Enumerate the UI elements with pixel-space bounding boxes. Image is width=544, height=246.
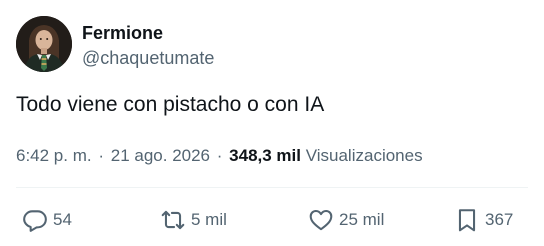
bookmark-button[interactable]: 367 [454, 205, 513, 235]
tweet-meta: 6:42 p. m. · 21 ago. 2026 · 348,3 mil Vi… [16, 145, 423, 167]
tweet-time[interactable]: 6:42 p. m. [16, 146, 92, 165]
retweet-button[interactable]: 5 mil [160, 205, 227, 235]
avatar-image [16, 16, 72, 72]
divider [16, 187, 528, 188]
like-button[interactable]: 25 mil [308, 205, 384, 235]
views-count: 348,3 mil [229, 146, 301, 165]
bookmark-count: 367 [485, 210, 514, 229]
author-display-name[interactable]: Fermione [82, 22, 214, 44]
retweet-arrows-icon [161, 210, 185, 230]
reply-button[interactable]: 54 [22, 205, 72, 235]
meta-separator: · [216, 146, 223, 165]
heart-icon [309, 209, 333, 231]
tweet-header: Fermione @chaquetumate [16, 16, 536, 72]
views-label: Visualizaciones [305, 146, 423, 165]
action-bar: 54 5 mil 25 mil 367 [0, 205, 544, 235]
bookmark-icon [458, 209, 476, 232]
meta-separator: · [98, 146, 105, 165]
tweet-date[interactable]: 21 ago. 2026 [111, 146, 210, 165]
avatar[interactable] [16, 16, 72, 72]
retweet-count: 5 mil [191, 210, 227, 229]
like-count: 25 mil [339, 210, 385, 229]
author-names: Fermione @chaquetumate [82, 22, 214, 69]
tweet-text: Todo viene con pistacho o con IA [16, 93, 325, 116]
reply-count: 54 [53, 210, 72, 229]
author-handle[interactable]: @chaquetumate [82, 47, 214, 69]
speech-bubble-icon [23, 210, 47, 232]
